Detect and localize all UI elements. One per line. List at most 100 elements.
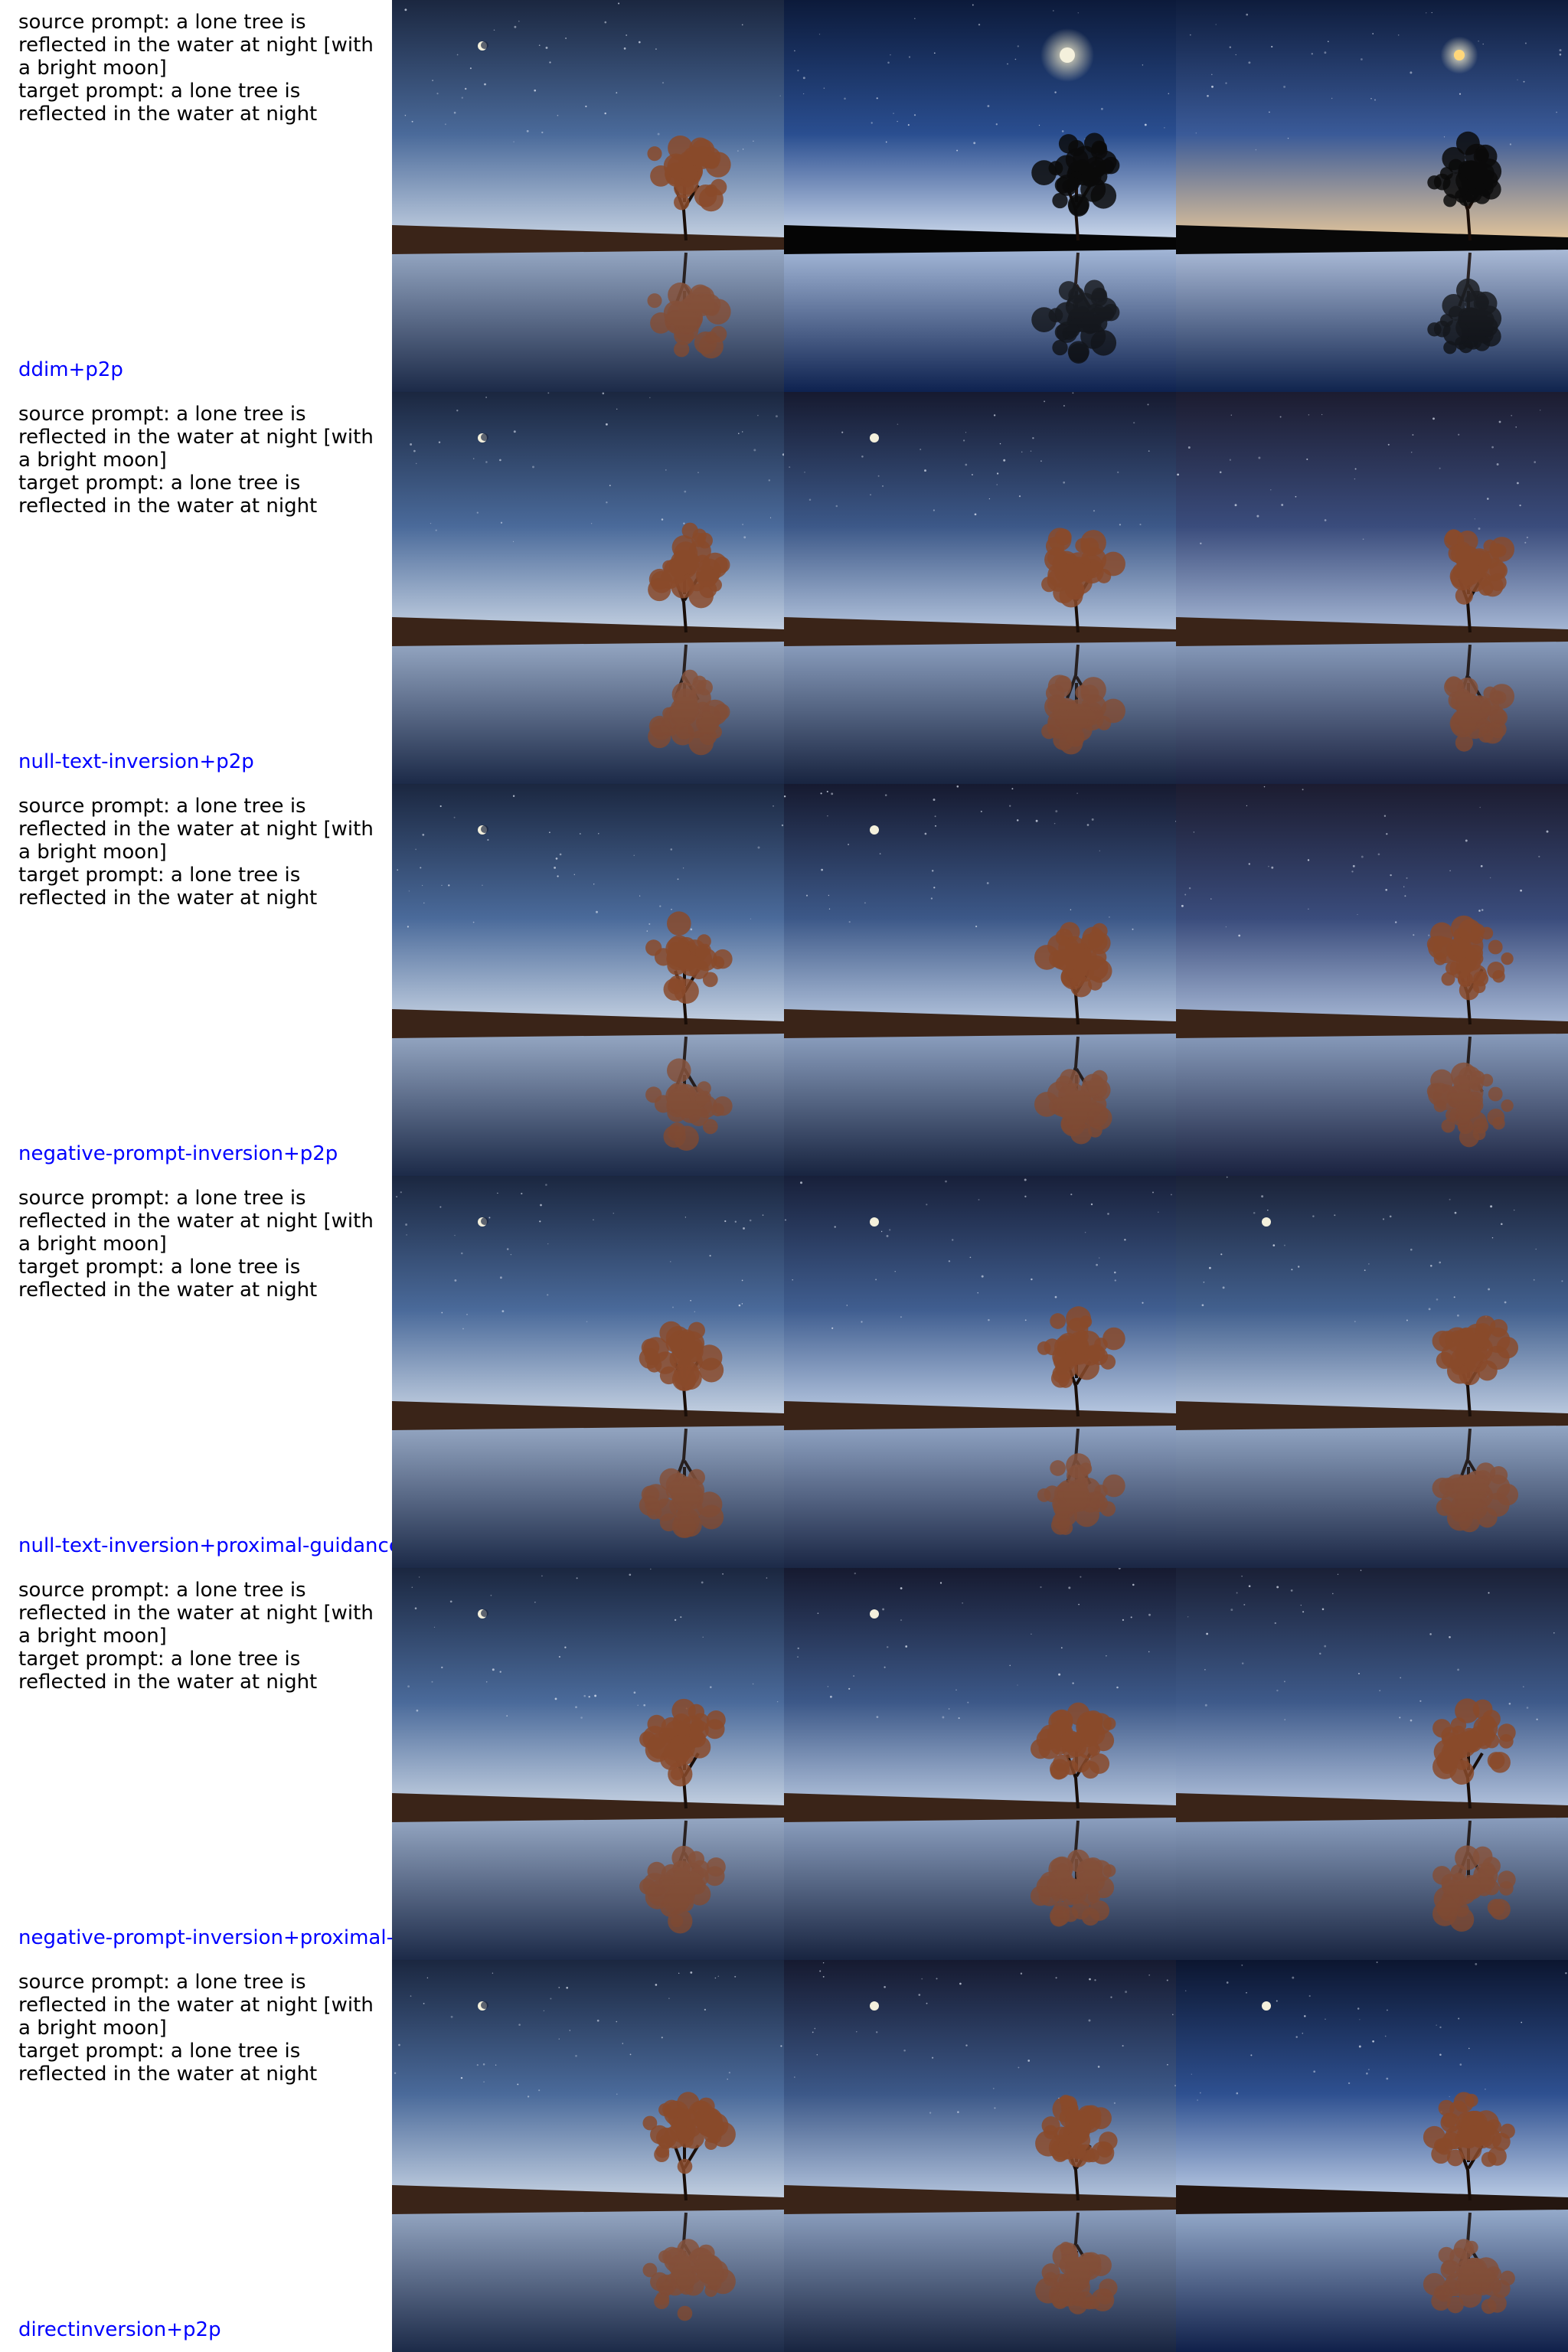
star (996, 484, 998, 485)
star (1234, 504, 1237, 507)
star (757, 846, 760, 849)
star (999, 443, 1001, 445)
star (905, 1645, 908, 1648)
star (1358, 1672, 1360, 1674)
star (1311, 53, 1313, 55)
star (469, 67, 472, 70)
tree-foliage (663, 1741, 690, 1768)
star (690, 928, 693, 931)
star (415, 462, 417, 465)
star (741, 1303, 743, 1305)
source-image (392, 1960, 784, 2352)
night-sky (392, 0, 784, 243)
night-sky (784, 0, 1176, 243)
star (1024, 1319, 1027, 1321)
star (828, 894, 830, 897)
star (549, 831, 550, 834)
star (775, 415, 778, 418)
star (1449, 1198, 1451, 1200)
tree-foliage (1427, 322, 1442, 337)
tree-foliage (1436, 1896, 1459, 1919)
star (727, 2078, 728, 2080)
star (738, 1304, 741, 1307)
star (1119, 524, 1121, 526)
star (558, 1655, 560, 1658)
star (1246, 805, 1248, 807)
tree-foliage (1091, 287, 1107, 303)
star (932, 2056, 934, 2059)
star (1184, 1990, 1187, 1991)
star (781, 824, 784, 827)
tree-foliage (1465, 1091, 1484, 1109)
star (464, 87, 467, 90)
star (1304, 2015, 1306, 2017)
star (513, 430, 516, 433)
star (462, 1328, 464, 1330)
method-row: source prompt: a lone tree is reflected … (0, 0, 1568, 392)
star (893, 113, 894, 114)
star (992, 2087, 995, 2089)
star (1130, 1616, 1132, 1619)
star (547, 392, 550, 394)
star (512, 541, 514, 542)
source-prompt: source prompt: a lone tree is reflected … (18, 1187, 381, 1256)
star (1486, 498, 1489, 500)
tree-foliage (1031, 160, 1057, 185)
star (616, 2093, 618, 2095)
star (413, 449, 416, 452)
star (1287, 137, 1289, 139)
star (936, 1978, 938, 1980)
star (534, 89, 536, 92)
star (1148, 1651, 1150, 1653)
tree-foliage (1501, 1099, 1514, 1112)
star (724, 1220, 727, 1223)
star (1226, 1981, 1229, 1984)
star (1504, 1301, 1507, 1304)
star (1449, 2096, 1450, 2098)
edited-image-b (1176, 1568, 1568, 1960)
star (1267, 1209, 1269, 1211)
star (1357, 2007, 1360, 2010)
source-prompt: source prompt: a lone tree is reflected … (18, 1579, 381, 1648)
star (1313, 2070, 1316, 2073)
star (814, 2027, 816, 2030)
star (1457, 1668, 1459, 1671)
star (1352, 864, 1355, 867)
star (408, 890, 410, 892)
star (933, 799, 936, 801)
star (435, 529, 437, 531)
tree-foliage (680, 164, 697, 182)
star (1281, 504, 1284, 506)
star (1358, 2045, 1361, 2048)
star (629, 2053, 632, 2056)
tree-foliage (1441, 1343, 1467, 1369)
star (965, 2044, 968, 2047)
star (1018, 495, 1021, 498)
tree-foliage (697, 2244, 715, 2262)
star (816, 2054, 818, 2056)
tree-foliage (706, 1710, 726, 1730)
star (1276, 1689, 1279, 1692)
tree-foliage (1066, 1453, 1092, 1479)
star (1241, 1964, 1243, 1966)
star (841, 431, 844, 433)
star (959, 1982, 962, 1985)
star (456, 410, 459, 412)
star (1007, 63, 1008, 65)
star (1110, 1996, 1112, 1998)
star (450, 2015, 453, 2018)
star (1054, 1295, 1057, 1298)
star (1024, 1195, 1027, 1197)
star (1488, 1592, 1490, 1594)
star (1283, 85, 1286, 88)
star (453, 816, 456, 818)
tree-foliage (1442, 172, 1469, 199)
star (1139, 524, 1142, 526)
night-sky (784, 1960, 1176, 2203)
tree-foliage (1091, 140, 1107, 156)
star (1276, 2000, 1278, 2002)
star (1501, 1223, 1503, 1226)
star (1300, 1604, 1302, 1606)
star (921, 1978, 923, 1980)
tree-foliage (1045, 537, 1065, 556)
